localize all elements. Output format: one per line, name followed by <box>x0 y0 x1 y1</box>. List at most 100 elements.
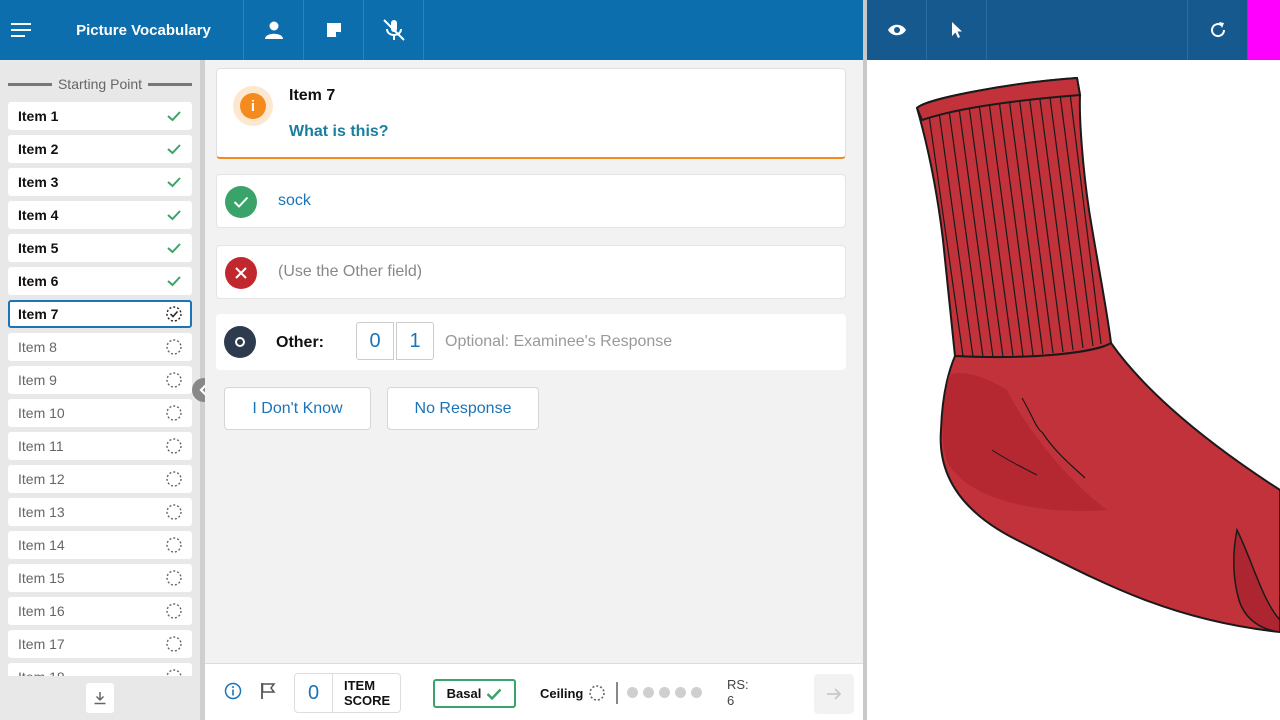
other-response-option: Other: 0 1 Optional: Examinee's Response <box>216 314 846 370</box>
item-info-button[interactable] <box>224 682 242 705</box>
sidebar-item[interactable]: Item 9 <box>8 366 192 394</box>
sidebar-item-label: Item 3 <box>18 174 59 190</box>
other-score-1-button[interactable]: 1 <box>396 322 434 360</box>
question-item-number: Item 7 <box>289 87 336 104</box>
eye-icon <box>887 24 906 36</box>
footer-separator <box>616 682 618 704</box>
sidebar-item[interactable]: Item 1 <box>8 102 192 130</box>
sidebar-item[interactable]: Item 16 <box>8 597 192 625</box>
item-sidebar: Starting Point Item 1 Item 2 Item 3 Item 4I… <box>0 60 200 720</box>
starting-point-heading: Starting Point <box>8 76 192 92</box>
sidebar-item[interactable]: Item 12 <box>8 465 192 493</box>
progress-dot <box>691 687 702 698</box>
item-list[interactable]: Item 1 Item 2 Item 3 Item 4 Item 5 Item 6 Item… <box>8 102 192 676</box>
microphone-button[interactable] <box>364 0 424 60</box>
item-score-label-line2: SCORE <box>344 693 391 708</box>
sidebar-item[interactable]: Item 13 <box>8 498 192 526</box>
sidebar-item-label: Item 17 <box>18 636 65 652</box>
dont-know-button[interactable]: I Don't Know <box>224 387 371 430</box>
sidebar-item-label: Item 16 <box>18 603 65 619</box>
other-score-0-button[interactable]: 0 <box>356 322 394 360</box>
question-prompt: What is this? <box>289 123 389 140</box>
sidebar-item-label: Item 4 <box>18 207 59 223</box>
item-score-label-line1: ITEM <box>344 678 376 693</box>
sidebar-item[interactable]: Item 4 <box>8 201 192 229</box>
download-icon <box>94 692 106 705</box>
sidebar-item-label: Item 12 <box>18 471 65 487</box>
sidebar-item-label: Item 11 <box>18 438 64 454</box>
sidebar-item-label: Item 10 <box>18 405 65 421</box>
in-progress-icon <box>166 306 182 322</box>
sidebar-item[interactable]: Item 10 <box>8 399 192 427</box>
refresh-icon <box>1210 22 1225 38</box>
sidebar-item[interactable]: Item 11 <box>8 432 192 460</box>
pending-circle-icon <box>166 339 182 355</box>
ceiling-progress-dots <box>627 687 702 698</box>
circle-outline-icon <box>235 337 245 347</box>
sidebar-item-label: Item 9 <box>18 372 57 388</box>
checkmark-icon <box>233 196 249 208</box>
sidebar-item[interactable]: Item 5 <box>8 234 192 262</box>
sidebar-item[interactable]: Item 17 <box>8 630 192 658</box>
picture-toolbar <box>867 0 1280 60</box>
no-response-button[interactable]: No Response <box>387 387 539 430</box>
notes-icon <box>326 23 341 37</box>
flag-button[interactable] <box>260 682 276 705</box>
question-card: i Item 7 What is this? <box>216 68 846 159</box>
bottom-bar: 0 ITEM SCORE Basal Ceiling RS: 6 <box>205 663 863 720</box>
sidebar-item-label: Item 2 <box>18 141 59 157</box>
info-icon: i <box>240 93 266 119</box>
heading-rule-right <box>148 82 192 86</box>
progress-dot <box>643 687 654 698</box>
pointer-icon <box>951 22 962 38</box>
flag-icon <box>261 683 276 699</box>
sidebar-item[interactable]: Item 7 <box>8 300 192 328</box>
pending-circle-icon <box>166 669 182 676</box>
correct-response-option[interactable]: sock <box>216 174 846 228</box>
sidebar-item[interactable]: Item 15 <box>8 564 192 592</box>
starting-point-label: Starting Point <box>57 76 143 92</box>
ceiling-label: Ceiling <box>540 685 584 701</box>
sock-image <box>915 76 1280 634</box>
hamburger-icon <box>11 23 31 37</box>
sidebar-item-label: Item 13 <box>18 504 65 520</box>
incorrect-badge <box>225 257 257 289</box>
item-score-box: 0 ITEM SCORE <box>294 673 401 713</box>
pointer-button[interactable] <box>927 0 987 60</box>
examinee-button[interactable] <box>244 0 304 60</box>
sidebar-footer <box>0 676 200 720</box>
preview-button[interactable] <box>867 0 927 60</box>
sidebar-item[interactable]: Item 3 <box>8 168 192 196</box>
incorrect-response-option[interactable]: (Use the Other field) <box>216 245 846 299</box>
raw-score: RS: 6 <box>727 677 749 709</box>
sidebar-item[interactable]: Item 18 <box>8 663 192 676</box>
pending-circle-icon <box>166 570 182 586</box>
download-button[interactable] <box>86 683 114 713</box>
sidebar-item[interactable]: Item 14 <box>8 531 192 559</box>
sidebar-item-label: Item 1 <box>18 108 59 124</box>
pending-circle-icon <box>166 636 182 652</box>
toolbar-spacer <box>987 0 1188 60</box>
next-item-button[interactable] <box>814 674 854 714</box>
progress-dot <box>675 687 686 698</box>
item-panel: i Item 7 What is this? sock (Use the Oth… <box>205 60 863 663</box>
checkmark-icon <box>167 210 181 221</box>
other-response-input[interactable]: Optional: Examinee's Response <box>445 333 672 351</box>
test-title: Picture Vocabulary <box>44 0 244 60</box>
notes-button[interactable] <box>304 0 364 60</box>
raw-score-label: RS: <box>727 677 749 692</box>
heading-rule-left <box>8 82 52 86</box>
sidebar-item[interactable]: Item 6 <box>8 267 192 295</box>
pending-circle-icon <box>166 504 182 520</box>
examinee-icon <box>264 21 283 39</box>
checkmark-icon <box>167 243 181 254</box>
sidebar-item[interactable]: Item 2 <box>8 135 192 163</box>
sidebar-item[interactable]: Item 8 <box>8 333 192 361</box>
pending-circle-icon <box>166 603 182 619</box>
menu-button[interactable] <box>0 0 44 60</box>
sidebar-item-label: Item 14 <box>18 537 65 553</box>
refresh-button[interactable] <box>1188 0 1248 60</box>
item-score-value: 0 <box>295 674 333 712</box>
correct-response-label: sock <box>278 192 311 209</box>
checkmark-icon <box>167 144 181 155</box>
